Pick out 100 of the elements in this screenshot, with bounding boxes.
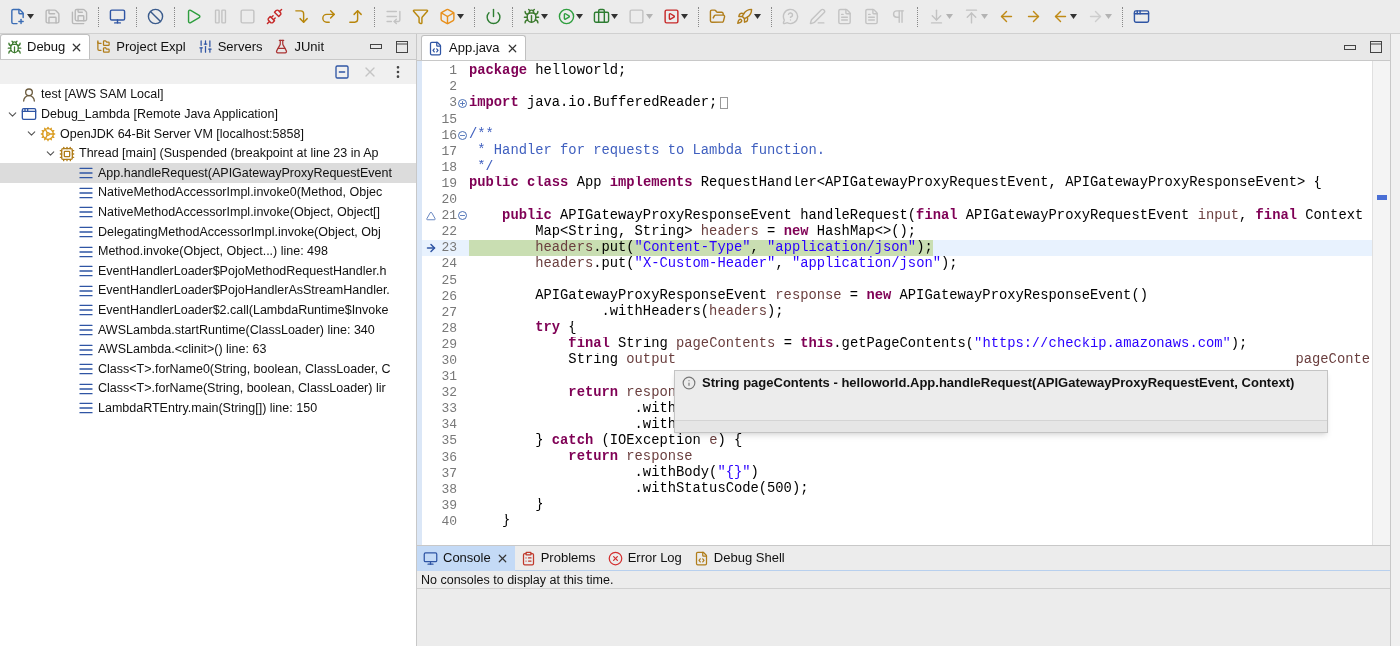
- line-number: 27: [440, 303, 457, 322]
- pilcrow-icon: [890, 8, 907, 25]
- tree-item[interactable]: App.handleRequest(APIGatewayProxyRequestEvent: [0, 163, 416, 183]
- view-tab[interactable]: Servers: [191, 34, 269, 59]
- monitor-icon: [109, 8, 126, 25]
- line-number: 21: [440, 207, 457, 226]
- expand-icon[interactable]: [457, 98, 467, 108]
- view-tab[interactable]: JUnit: [268, 34, 331, 59]
- gears-icon: [40, 126, 56, 142]
- arrow-right-icon: [1025, 8, 1042, 25]
- tree-item[interactable]: AWSLambda.<clinit>() line: 63: [0, 339, 416, 360]
- bug-icon: [523, 8, 540, 25]
- code-text: .withBody("{}"): [633, 465, 759, 481]
- code-text: */: [476, 159, 494, 176]
- folded-code-icon[interactable]: [720, 97, 729, 110]
- line-number: 38: [440, 480, 457, 499]
- tab-label: Debug Shell: [713, 549, 785, 568]
- code-text: final String pageContents = this.getPageContents("https://checkip.amazonaws.com");: [567, 336, 1248, 353]
- document-icon: [836, 8, 853, 25]
- resume-icon: [185, 8, 202, 25]
- code-text: pageConte: [1295, 352, 1371, 369]
- tree-item[interactable]: Method.invoke(Object, Object...) line: 498: [0, 241, 416, 262]
- view-tab[interactable]: Debug Shell: [687, 545, 791, 571]
- external-tools-icon: [663, 8, 680, 25]
- tree-item[interactable]: test [AWS SAM Local]: [0, 85, 416, 105]
- arrow-up-icon: [963, 8, 980, 25]
- view-tab[interactable]: Problems: [514, 545, 602, 571]
- tree-label: test [AWS SAM Local]: [41, 86, 164, 104]
- arrow-right-icon: [1087, 8, 1104, 25]
- tree-label: Thread [main] (Suspended (breakpoint at line 23 in Ap: [79, 145, 379, 163]
- code-text: }: [534, 497, 544, 514]
- line-number: 15: [440, 110, 457, 129]
- tab-label: Console: [443, 549, 491, 568]
- java-file-icon: [428, 40, 443, 56]
- caret-icon: [981, 14, 988, 19]
- code-text: package helloworld;: [469, 63, 627, 80]
- line-number: 26: [440, 287, 457, 306]
- view-action-button[interactable]: [334, 64, 350, 80]
- code-text: return response: [567, 449, 693, 465]
- stop-icon: [628, 8, 645, 25]
- tree-item[interactable]: AWSLambda.startRuntime(ClassLoader) line: 340: [0, 320, 416, 340]
- view-tab[interactable]: Console: [417, 545, 515, 571]
- collapse-all-icon: [334, 64, 350, 80]
- tree-item[interactable]: OpenJDK 64-Bit Server VM [localhost:5858]: [0, 124, 416, 144]
- maximize-button[interactable]: [396, 40, 408, 53]
- cube-icon: [439, 8, 456, 25]
- line-number: 24: [440, 255, 457, 274]
- tab-label: Error Log: [627, 549, 682, 568]
- tree-label: LambdaRTEntry.main(String[]) line: 150: [98, 399, 318, 417]
- tab-label: Project Expl: [116, 37, 186, 56]
- folder-tree-icon: [96, 39, 112, 54]
- tree-item[interactable]: DelegatingMethodAccessorImpl.invoke(Object, Obj: [0, 222, 416, 242]
- tree-label: AWSLambda.<clinit>() line: 63: [98, 341, 267, 359]
- save-icon: [44, 8, 61, 25]
- tree-label: NativeMethodAccessorImpl.invoke0(Method, Objec: [98, 184, 383, 202]
- code-text: public class App implements RequestHandler<APIGatewayProxyRequestEvent, APIGatewayProxyResponseEvent> {: [469, 175, 1322, 192]
- tree-item[interactable]: NativeMethodAccessorImpl.invoke(Object, Object[]: [0, 202, 416, 223]
- disconnect-icon: [266, 8, 283, 25]
- help-icon: [782, 8, 799, 25]
- minimize-button[interactable]: [370, 44, 382, 49]
- tree-item[interactable]: LambdaRTEntry.main(String[]) line: 150: [0, 398, 416, 419]
- code-text: try {: [534, 320, 577, 337]
- line-number: 23: [440, 239, 457, 258]
- tab-label: App.java: [449, 39, 500, 58]
- tab-label: JUnit: [294, 37, 325, 56]
- maximize-button[interactable]: [1370, 41, 1382, 53]
- bug-icon: [7, 39, 22, 55]
- pause-icon: [212, 8, 229, 25]
- save-all-icon: [71, 8, 88, 25]
- maximize-icon: [396, 40, 408, 53]
- caret-icon: [1070, 14, 1077, 19]
- tab-label: Problems: [540, 549, 596, 568]
- code-text: public APIGatewayProxyResponseEvent handleRequest(final APIGatewayProxyRequestEvent input, final Context: [501, 207, 1364, 224]
- tree-item[interactable]: NativeMethodAccessorImpl.invoke0(Method, Objec: [0, 182, 416, 203]
- tree-item[interactable]: EventHandlerLoader$2.call(LambdaRuntime$Invoke: [0, 300, 416, 321]
- view-tab[interactable]: Project Expl: [90, 34, 192, 59]
- line-number: 17: [440, 142, 457, 161]
- flask-icon: [274, 39, 290, 54]
- caret-icon: [457, 14, 464, 19]
- new-file-icon: [9, 8, 26, 25]
- line-number: 31: [440, 368, 457, 387]
- line-number: 25: [440, 271, 457, 290]
- editor-tab[interactable]: App.java: [421, 35, 526, 60]
- person-icon: [21, 86, 37, 103]
- view-tab[interactable]: Error Log: [601, 545, 688, 571]
- minimize-button[interactable]: [1344, 44, 1356, 50]
- tree-item[interactable]: Debug_Lambda [Remote Java Application]: [0, 104, 416, 125]
- tab-label: Servers: [217, 37, 263, 56]
- tree-item[interactable]: EventHandlerLoader$PojoHandlerAsStreamHandler.: [0, 280, 416, 301]
- minimize-icon: [1344, 44, 1356, 50]
- tree-item[interactable]: Thread [main] (Suspended (breakpoint at line 23 in Ap: [0, 143, 416, 164]
- tooltip-text: String pageContents - helloworld.App.handleRequest(APIGatewayProxyRequestEvent, Context): [702, 375, 1295, 391]
- tree-item[interactable]: Class<T>.forName0(String, boolean, ClassLoader, C: [0, 359, 416, 379]
- tree-item[interactable]: EventHandlerLoader$PojoMethodRequestHandler.h: [0, 261, 416, 281]
- code-text: .withStatusCode(500);: [633, 481, 809, 498]
- clipboard-icon: [520, 550, 536, 566]
- tree-item[interactable]: Class<T>.forName(String, boolean, ClassLoader) lir: [0, 378, 416, 399]
- arrow-left-icon: [998, 8, 1015, 25]
- line-number: 32: [440, 384, 457, 403]
- view-tab[interactable]: Debug: [0, 34, 91, 59]
